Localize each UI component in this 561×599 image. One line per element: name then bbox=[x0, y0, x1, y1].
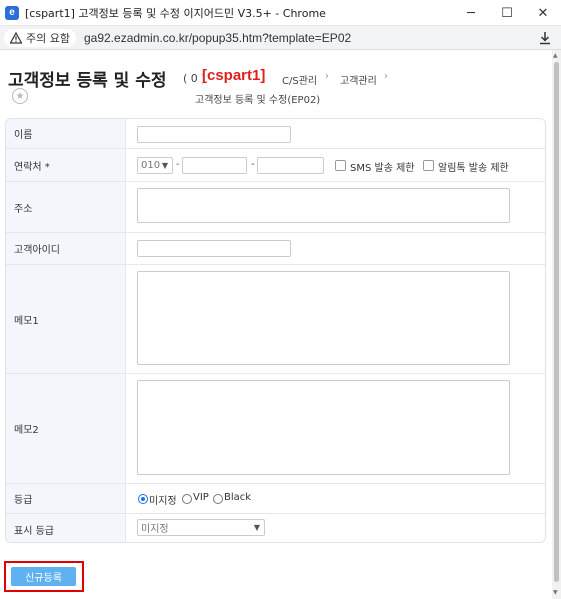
phone-prefix-value: 010 bbox=[141, 160, 161, 171]
phone-last-input[interactable] bbox=[257, 157, 324, 174]
memo1-label: 메모1 bbox=[6, 265, 126, 373]
scroll-up-icon[interactable]: ▲ bbox=[553, 52, 558, 59]
grade-vip-label: VIP bbox=[193, 492, 209, 503]
warning-icon bbox=[10, 31, 22, 44]
display-grade-value: 미지정 bbox=[141, 524, 169, 535]
grade-black-label: Black bbox=[224, 492, 252, 503]
customer-form: 이름 연락처 * 010 ▼ - - SMS 발송 제한 알림톡 발송 제한 주… bbox=[5, 118, 546, 543]
maximize-button[interactable]: ☐ bbox=[489, 0, 525, 26]
breadcrumb-customer[interactable]: 고객관리 bbox=[340, 72, 377, 87]
favorite-star-icon[interactable]: ★ bbox=[12, 88, 28, 104]
address-bar: 주의 요함 ga92.ezadmin.co.kr/popup35.htm?tem… bbox=[0, 26, 561, 50]
address-input[interactable] bbox=[137, 188, 510, 223]
customer-id-label: 고객아이디 bbox=[6, 233, 126, 264]
warning-label: 주의 요함 bbox=[26, 31, 70, 45]
sms-block-checkbox[interactable] bbox=[335, 160, 346, 171]
security-warning-chip[interactable]: 주의 요함 bbox=[4, 28, 76, 47]
grade-radio-vip[interactable] bbox=[182, 494, 192, 504]
url-field[interactable]: ga92.ezadmin.co.kr/popup35.htm?template=… bbox=[84, 31, 351, 45]
address-label: 주소 bbox=[6, 182, 126, 232]
row-memo2: 메모2 bbox=[6, 374, 545, 484]
grade-none-label: 미지정 bbox=[149, 496, 177, 507]
register-button[interactable]: 신규등록 bbox=[11, 567, 76, 586]
name-label: 이름 bbox=[6, 119, 126, 148]
phone-dash-2: - bbox=[251, 159, 255, 170]
phone-prefix-select[interactable]: 010 ▼ bbox=[137, 157, 173, 174]
maximize-icon: ☐ bbox=[501, 5, 513, 21]
minimize-button[interactable]: ─ bbox=[453, 0, 489, 26]
grade-label: 등급 bbox=[6, 484, 126, 513]
row-customer-id: 고객아이디 bbox=[6, 233, 545, 265]
contact-label: 연락처 * bbox=[6, 149, 126, 181]
chevron-down-icon: ▼ bbox=[253, 523, 260, 532]
close-button[interactable]: ✕ bbox=[525, 0, 561, 26]
window-controls: ─ ☐ ✕ bbox=[453, 0, 561, 26]
header-user: [cspart1] bbox=[202, 67, 266, 84]
row-memo1: 메모1 bbox=[6, 265, 545, 374]
memo2-label: 메모2 bbox=[6, 374, 126, 483]
row-contact: 연락처 * 010 ▼ - - SMS 발송 제한 알림톡 발송 제한 bbox=[6, 149, 545, 182]
phone-dash-1: - bbox=[176, 159, 180, 170]
page-title: 고객정보 등록 및 수정 bbox=[8, 71, 167, 91]
memo1-textarea[interactable] bbox=[137, 271, 510, 365]
alimtalk-block-checkbox[interactable] bbox=[423, 160, 434, 171]
row-address: 주소 bbox=[6, 182, 545, 233]
grade-radio-none[interactable] bbox=[138, 494, 148, 504]
name-input[interactable] bbox=[137, 126, 291, 143]
minimize-icon: ─ bbox=[467, 5, 475, 21]
row-name: 이름 bbox=[6, 119, 545, 149]
display-grade-label: 표시 등급 bbox=[6, 514, 126, 542]
window-titlebar: e [cspart1] 고객정보 등록 및 수정 이지어드민 V3.5+ - C… bbox=[0, 0, 561, 26]
chevron-down-icon: ▼ bbox=[161, 161, 168, 170]
breadcrumb-cs[interactable]: C/S관리 bbox=[282, 72, 317, 87]
alimtalk-block-label: 알림톡 발송 제한 bbox=[438, 163, 509, 174]
chevron-right-icon: › bbox=[325, 71, 329, 82]
ezadmin-icon: e bbox=[5, 5, 19, 20]
phone-middle-input[interactable] bbox=[182, 157, 247, 174]
scrollbar-thumb[interactable] bbox=[554, 62, 559, 582]
chevron-right-icon: › bbox=[384, 71, 388, 82]
download-icon[interactable] bbox=[537, 30, 553, 46]
row-display-grade: 표시 등급 미지정 ▼ bbox=[6, 514, 545, 542]
sms-block-label: SMS 발송 제한 bbox=[350, 163, 415, 174]
row-grade: 등급 미지정 VIP Black bbox=[6, 484, 545, 514]
grade-radio-black[interactable] bbox=[213, 494, 223, 504]
customer-id-input[interactable] bbox=[137, 240, 291, 257]
scroll-down-icon[interactable]: ▼ bbox=[553, 589, 558, 596]
display-grade-select[interactable]: 미지정 ▼ bbox=[137, 519, 265, 536]
window-title: [cspart1] 고객정보 등록 및 수정 이지어드민 V3.5+ - Chr… bbox=[25, 6, 326, 20]
memo2-textarea[interactable] bbox=[137, 380, 510, 475]
close-icon: ✕ bbox=[537, 5, 549, 21]
page-subtitle: 고객정보 등록 및 수정(EP02) bbox=[195, 95, 321, 106]
